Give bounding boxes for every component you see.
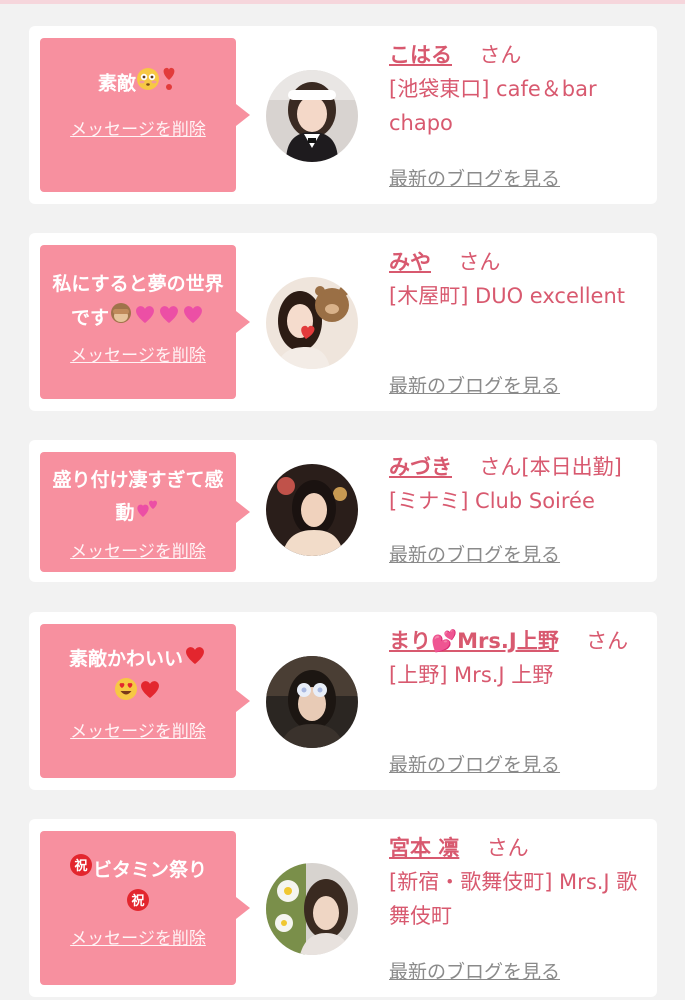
congratulation-icon: 祝 <box>69 853 93 888</box>
message-bubble: 祝ビタミン祭り祝 メッセージを削除 <box>40 831 250 985</box>
info-column: 宮本 凛 さん [新宿・歌舞伎町] Mrs.J 歌舞伎町 最新のブログを見る <box>389 831 649 983</box>
message-text: 素敵かわいい <box>40 642 236 712</box>
avatar[interactable] <box>266 70 358 162</box>
message-text: 私にすると夢の世界です <box>40 267 236 336</box>
red-heart-icon <box>183 643 207 677</box>
avatar[interactable] <box>266 656 358 748</box>
message-text: 素敵 <box>40 66 236 102</box>
message-bubble: 私にすると夢の世界です メッセージを削除 <box>40 245 250 399</box>
shop-name: [木屋町] DUO excellent <box>389 284 626 308</box>
name-line: 宮本 凛 さん <box>389 831 649 865</box>
avatar[interactable] <box>266 277 358 369</box>
delete-message-link[interactable]: メッセージを削除 <box>40 927 236 951</box>
svg-text:祝: 祝 <box>131 893 144 909</box>
latest-blog-link[interactable]: 最新のブログを見る <box>389 957 560 984</box>
honorific: さん <box>586 629 629 653</box>
delete-message-link[interactable]: メッセージを削除 <box>40 720 236 744</box>
info-column: まり💕Mrs.J上野 さん [上野] Mrs.J 上野 最新のブログを見る <box>389 624 649 776</box>
name-line: みづき さん[本日出勤] <box>389 450 649 484</box>
cast-name-link[interactable]: こはる <box>389 43 452 67</box>
latest-blog-link[interactable]: 最新のブログを見る <box>389 750 560 777</box>
name-line: まり💕Mrs.J上野 さん <box>389 624 649 658</box>
cast-name-link[interactable]: まり💕Mrs.J上野 <box>389 629 559 653</box>
growing-heart-icon <box>157 302 181 336</box>
message-card: 祝ビタミン祭り祝 メッセージを削除 宮本 凛 さん [新宿・歌舞伎町] Mrs.… <box>29 819 657 997</box>
latest-blog-link[interactable]: 最新のブログを見る <box>389 371 560 398</box>
flushed-face-icon <box>136 67 160 101</box>
growing-heart-icon <box>133 302 157 336</box>
message-card: 素敵 メッセージを削除 こはる さん [池袋東口] cafe＆bar chapo… <box>29 26 657 204</box>
congratulation-icon: 祝 <box>126 888 150 923</box>
message-card: 私にすると夢の世界です メッセージを削除 みや さん [木屋町] DUO exc… <box>29 233 657 411</box>
info-column: こはる さん [池袋東口] cafe＆bar chapo 最新のブログを見る <box>389 38 649 190</box>
message-card: 盛り付け凄すぎて感動 メッセージを削除 みづき さん[本日出勤] [ミナミ] C… <box>29 440 657 582</box>
avatar[interactable] <box>266 863 358 955</box>
delete-message-link[interactable]: メッセージを削除 <box>40 344 236 368</box>
info-column: みづき さん[本日出勤] [ミナミ] Club Soirée 最新のブログを見る <box>389 450 649 566</box>
delete-message-link[interactable]: メッセージを削除 <box>40 540 236 564</box>
honorific: さん <box>458 250 501 274</box>
shop-name: [上野] Mrs.J 上野 <box>389 663 554 687</box>
heart-eyes-icon <box>114 677 138 712</box>
cast-name-link[interactable]: 宮本 凛 <box>389 836 459 860</box>
honorific: さん <box>479 43 522 67</box>
name-line: こはる さん <box>389 38 649 72</box>
shop-name: [ミナミ] Club Soirée <box>389 489 595 513</box>
red-heart-icon <box>138 677 162 711</box>
latest-blog-link[interactable]: 最新のブログを見る <box>389 164 560 191</box>
message-bubble: 盛り付け凄すぎて感動 メッセージを削除 <box>40 452 250 572</box>
message-card: 素敵かわいい メッセージを削除 まり💕Mrs.J上野 さん [上野] Mrs.J… <box>29 612 657 790</box>
shop-name: [新宿・歌舞伎町] Mrs.J 歌舞伎町 <box>389 870 638 928</box>
exclamation-heart-icon <box>160 66 178 102</box>
cast-name-link[interactable]: みづき <box>389 455 452 479</box>
info-column: みや さん [木屋町] DUO excellent 最新のブログを見る <box>389 245 649 397</box>
honorific: さん[本日出勤] <box>479 455 622 479</box>
cast-name-link[interactable]: みや <box>389 250 431 274</box>
message-bubble: 素敵かわいい メッセージを削除 <box>40 624 250 778</box>
latest-blog-link[interactable]: 最新のブログを見る <box>389 540 560 567</box>
svg-text:祝: 祝 <box>74 858 87 874</box>
honorific: さん <box>486 836 529 860</box>
growing-heart-icon <box>181 302 205 336</box>
delete-message-link[interactable]: メッセージを削除 <box>40 118 236 142</box>
avatar[interactable] <box>266 464 358 556</box>
see-no-evil-monkey-icon <box>109 301 133 336</box>
top-divider <box>0 0 685 4</box>
two-hearts-icon <box>135 497 161 530</box>
message-text: 盛り付け凄すぎて感動 <box>40 464 236 530</box>
name-line: みや さん <box>389 245 649 279</box>
message-text: 祝ビタミン祭り祝 <box>40 853 236 923</box>
message-bubble: 素敵 メッセージを削除 <box>40 38 250 192</box>
shop-name: [池袋東口] cafe＆bar chapo <box>389 77 597 135</box>
